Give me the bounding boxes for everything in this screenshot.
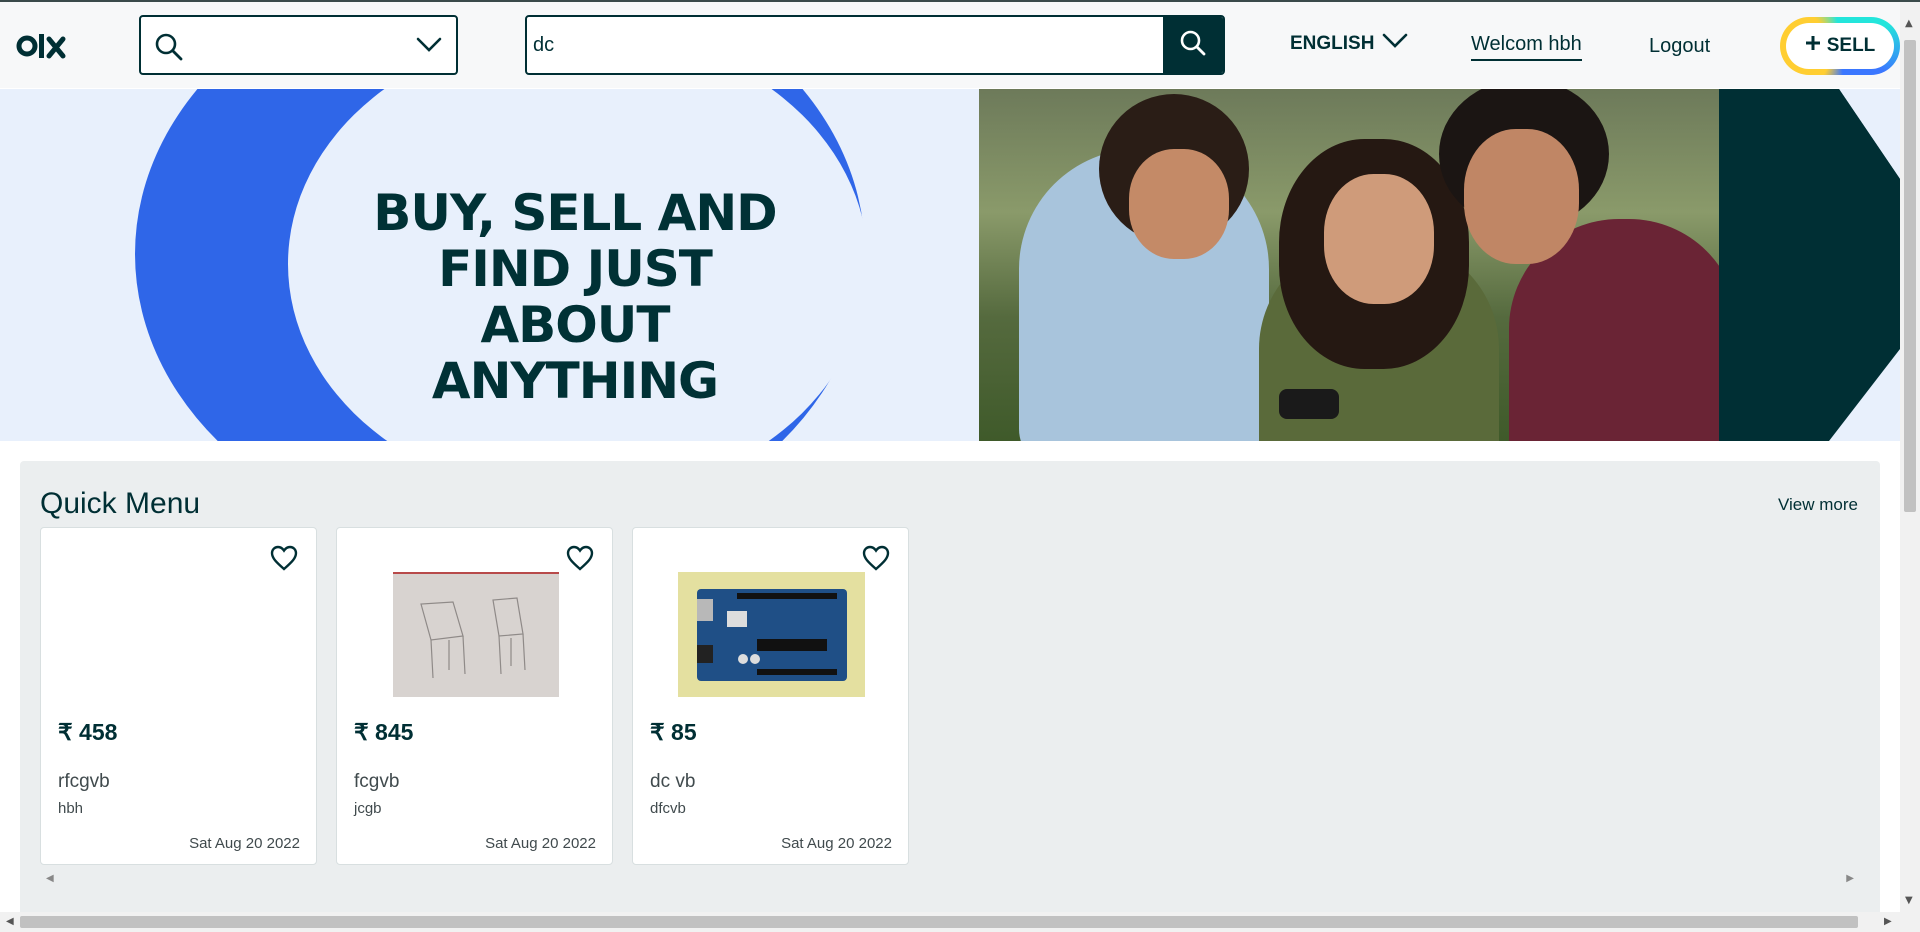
product-subtitle: hbh xyxy=(58,800,84,817)
hero-banner[interactable]: BUY, SELL AND FIND JUST ABOUT ANYTHING xyxy=(0,89,1900,441)
search-button[interactable] xyxy=(1163,17,1223,73)
scroll-up-arrow-icon[interactable]: ▲ xyxy=(1905,18,1913,29)
quick-menu-panel: Quick Menu View more ₹ 458 rfcgvb hbh Sa… xyxy=(20,461,1880,932)
horizontal-scroll-thumb[interactable] xyxy=(20,916,1858,928)
sell-button[interactable]: SELL xyxy=(1780,17,1900,75)
banner-line-2: FIND JUST ABOUT xyxy=(438,240,713,354)
product-date: Sat Aug 20 2022 xyxy=(189,835,300,852)
product-price: ₹ 458 xyxy=(58,719,118,745)
banner-chevron-graphic xyxy=(1719,89,1900,441)
arduino-board-image xyxy=(678,572,865,697)
chevron-down-icon[interactable] xyxy=(416,37,442,57)
product-title: rfcgvb xyxy=(58,771,110,792)
site-header: ENGLISH Welcom hbh Logout SELL xyxy=(0,2,1900,88)
product-subtitle: jcgb xyxy=(354,800,382,817)
phone-image xyxy=(1279,389,1339,419)
banner-graphic: BUY, SELL AND FIND JUST ABOUT ANYTHING xyxy=(0,89,979,441)
welcome-user-link[interactable]: Welcom hbh xyxy=(1471,33,1582,61)
logout-link[interactable]: Logout xyxy=(1649,35,1710,58)
product-date: Sat Aug 20 2022 xyxy=(781,835,892,852)
banner-headline: BUY, SELL AND FIND JUST ABOUT ANYTHING xyxy=(340,185,810,409)
language-dropdown[interactable]: ENGLISH xyxy=(1290,33,1408,55)
search-input[interactable] xyxy=(527,17,1163,73)
product-title: dc vb xyxy=(650,771,696,792)
product-image-empty xyxy=(41,571,318,698)
scroll-right-arrow-icon[interactable]: ▶ xyxy=(1846,873,1854,884)
product-title: fcgvb xyxy=(354,771,400,792)
chevron-down-icon xyxy=(1382,33,1408,55)
product-subtitle: dfcvb xyxy=(650,800,686,817)
banner-line-1: BUY, SELL AND xyxy=(373,184,777,242)
scroll-right-arrow-icon[interactable]: ▶ xyxy=(1884,916,1892,927)
sell-label: SELL xyxy=(1826,35,1876,56)
search-icon xyxy=(1179,29,1207,61)
product-card[interactable]: ₹ 845 fcgvb jcgb Sat Aug 20 2022 xyxy=(336,527,613,865)
scroll-left-arrow-icon[interactable]: ◀ xyxy=(6,916,14,927)
product-price: ₹ 85 xyxy=(650,719,697,745)
banner-photo-people xyxy=(979,89,1719,441)
product-card[interactable]: ₹ 85 dc vb dfcvb Sat Aug 20 2022 xyxy=(632,527,909,865)
search-icon xyxy=(154,32,184,66)
chairs-sketch-image xyxy=(392,572,559,697)
product-date: Sat Aug 20 2022 xyxy=(485,835,596,852)
product-price: ₹ 845 xyxy=(354,719,414,745)
product-image xyxy=(337,571,614,698)
scroll-down-arrow-icon[interactable]: ▼ xyxy=(1905,895,1913,906)
search-field xyxy=(525,15,1225,75)
product-image xyxy=(633,571,910,698)
page-vertical-scrollbar[interactable]: ▲ ▼ xyxy=(1900,2,1920,932)
quick-menu-title: Quick Menu xyxy=(40,487,201,520)
page-horizontal-scrollbar[interactable]: ◀ ▶ xyxy=(0,912,1900,932)
view-more-link[interactable]: View more xyxy=(1778,495,1858,515)
language-label: ENGLISH xyxy=(1290,33,1375,54)
olx-logo-icon[interactable] xyxy=(16,29,72,63)
banner-line-3: ANYTHING xyxy=(431,352,719,410)
vertical-scroll-thumb[interactable] xyxy=(1904,40,1916,512)
scroll-left-arrow-icon[interactable]: ◀ xyxy=(46,873,54,884)
product-card[interactable]: ₹ 458 rfcgvb hbh Sat Aug 20 2022 xyxy=(40,527,317,865)
quick-menu-scrollbar[interactable]: ◀ ▶ xyxy=(40,869,1860,889)
plus-icon xyxy=(1805,35,1821,57)
location-select[interactable] xyxy=(139,15,458,75)
